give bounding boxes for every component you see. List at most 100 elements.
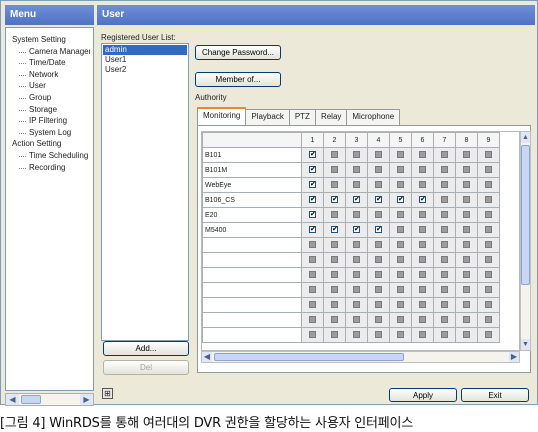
unchecked-checkbox[interactable] [397,301,404,309]
unchecked-checkbox[interactable] [375,316,382,324]
channel-column-header[interactable]: 3 [345,132,368,148]
unchecked-checkbox[interactable] [463,316,470,324]
unchecked-checkbox[interactable] [419,271,426,279]
checked-checkbox[interactable]: ✔ [331,226,338,234]
dvr-name-cell[interactable] [202,297,302,313]
unchecked-checkbox[interactable] [331,301,338,309]
unchecked-checkbox[interactable] [419,331,426,339]
checked-checkbox[interactable]: ✔ [353,226,360,234]
unchecked-checkbox[interactable] [463,271,470,279]
unchecked-checkbox[interactable] [331,151,338,159]
channel-column-header[interactable]: 8 [455,132,478,148]
channel-column-header[interactable]: 6 [411,132,434,148]
unchecked-checkbox[interactable] [419,226,426,234]
unchecked-checkbox[interactable] [353,151,360,159]
unchecked-checkbox[interactable] [485,241,492,249]
menu-item[interactable]: Recording [9,162,90,174]
unchecked-checkbox[interactable] [331,241,338,249]
scroll-right-arrow-icon[interactable]: ▶ [509,352,519,362]
unchecked-checkbox[interactable] [309,301,316,309]
unchecked-checkbox[interactable] [353,181,360,189]
unchecked-checkbox[interactable] [441,256,448,264]
unchecked-checkbox[interactable] [441,301,448,309]
scroll-thumb[interactable] [214,353,404,361]
dvr-name-cell[interactable] [202,312,302,328]
channel-column-header[interactable]: 4 [367,132,390,148]
unchecked-checkbox[interactable] [485,256,492,264]
dvr-name-cell[interactable]: M5400 [202,222,302,238]
unchecked-checkbox[interactable] [309,271,316,279]
tab-monitoring[interactable]: Monitoring [197,107,247,125]
scroll-thumb[interactable] [21,395,41,404]
dvr-name-cell[interactable] [202,282,302,298]
unchecked-checkbox[interactable] [375,286,382,294]
unchecked-checkbox[interactable] [463,181,470,189]
unchecked-checkbox[interactable] [419,301,426,309]
scroll-up-arrow-icon[interactable]: ▲ [521,132,530,143]
channel-column-header[interactable]: 2 [323,132,346,148]
unchecked-checkbox[interactable] [331,331,338,339]
unchecked-checkbox[interactable] [485,211,492,219]
unchecked-checkbox[interactable] [309,241,316,249]
unchecked-checkbox[interactable] [463,286,470,294]
scroll-left-arrow-icon[interactable]: ◀ [6,394,19,405]
grid-horizontal-scrollbar[interactable]: ◀ ▶ [201,351,520,363]
unchecked-checkbox[interactable] [419,181,426,189]
unchecked-checkbox[interactable] [397,241,404,249]
apply-button[interactable]: Apply [389,388,457,402]
change-password-button[interactable]: Change Password... [195,45,281,60]
add-user-button[interactable]: Add... [103,341,189,356]
channel-column-header[interactable]: 1 [301,132,324,148]
unchecked-checkbox[interactable] [397,286,404,294]
unchecked-checkbox[interactable] [419,166,426,174]
unchecked-checkbox[interactable] [331,316,338,324]
unchecked-checkbox[interactable] [397,211,404,219]
scroll-down-arrow-icon[interactable]: ▼ [521,339,530,350]
member-of-button[interactable]: Member of... [195,72,281,87]
unchecked-checkbox[interactable] [331,181,338,189]
menu-item[interactable]: User [9,80,90,92]
dvr-name-cell[interactable] [202,327,302,343]
unchecked-checkbox[interactable] [485,151,492,159]
unchecked-checkbox[interactable] [485,181,492,189]
unchecked-checkbox[interactable] [485,316,492,324]
scroll-left-arrow-icon[interactable]: ◀ [202,352,212,362]
unchecked-checkbox[interactable] [419,241,426,249]
unchecked-checkbox[interactable] [331,211,338,219]
unchecked-checkbox[interactable] [309,256,316,264]
menu-item[interactable]: IP Filtering [9,115,90,127]
unchecked-checkbox[interactable] [463,196,470,204]
menu-item[interactable]: Camera Manageme [9,46,90,58]
unchecked-checkbox[interactable] [463,151,470,159]
channel-column-header[interactable]: 9 [477,132,500,148]
unchecked-checkbox[interactable] [375,241,382,249]
unchecked-checkbox[interactable] [441,151,448,159]
checked-checkbox[interactable]: ✔ [309,226,316,234]
unchecked-checkbox[interactable] [441,331,448,339]
unchecked-checkbox[interactable] [375,331,382,339]
unchecked-checkbox[interactable] [463,241,470,249]
unchecked-checkbox[interactable] [353,271,360,279]
unchecked-checkbox[interactable] [441,226,448,234]
unchecked-checkbox[interactable] [331,286,338,294]
unchecked-checkbox[interactable] [441,271,448,279]
unchecked-checkbox[interactable] [375,151,382,159]
unchecked-checkbox[interactable] [397,181,404,189]
unchecked-checkbox[interactable] [397,331,404,339]
checked-checkbox[interactable]: ✔ [309,211,316,219]
unchecked-checkbox[interactable] [331,271,338,279]
unchecked-checkbox[interactable] [353,256,360,264]
unchecked-checkbox[interactable] [485,331,492,339]
registered-user-list[interactable]: admin User1 User2 [101,43,189,341]
unchecked-checkbox[interactable] [463,256,470,264]
unchecked-checkbox[interactable] [353,301,360,309]
unchecked-checkbox[interactable] [397,316,404,324]
menu-item[interactable]: Action Setting [9,138,90,150]
unchecked-checkbox[interactable] [353,166,360,174]
menu-horizontal-scrollbar[interactable]: ◀ ▶ [5,393,94,406]
unchecked-checkbox[interactable] [331,166,338,174]
channel-column-header[interactable]: 7 [433,132,456,148]
menu-item[interactable]: System Log [9,127,90,139]
dvr-name-cell[interactable]: B106_CS [202,192,302,208]
dvr-name-cell[interactable]: B101 [202,147,302,163]
